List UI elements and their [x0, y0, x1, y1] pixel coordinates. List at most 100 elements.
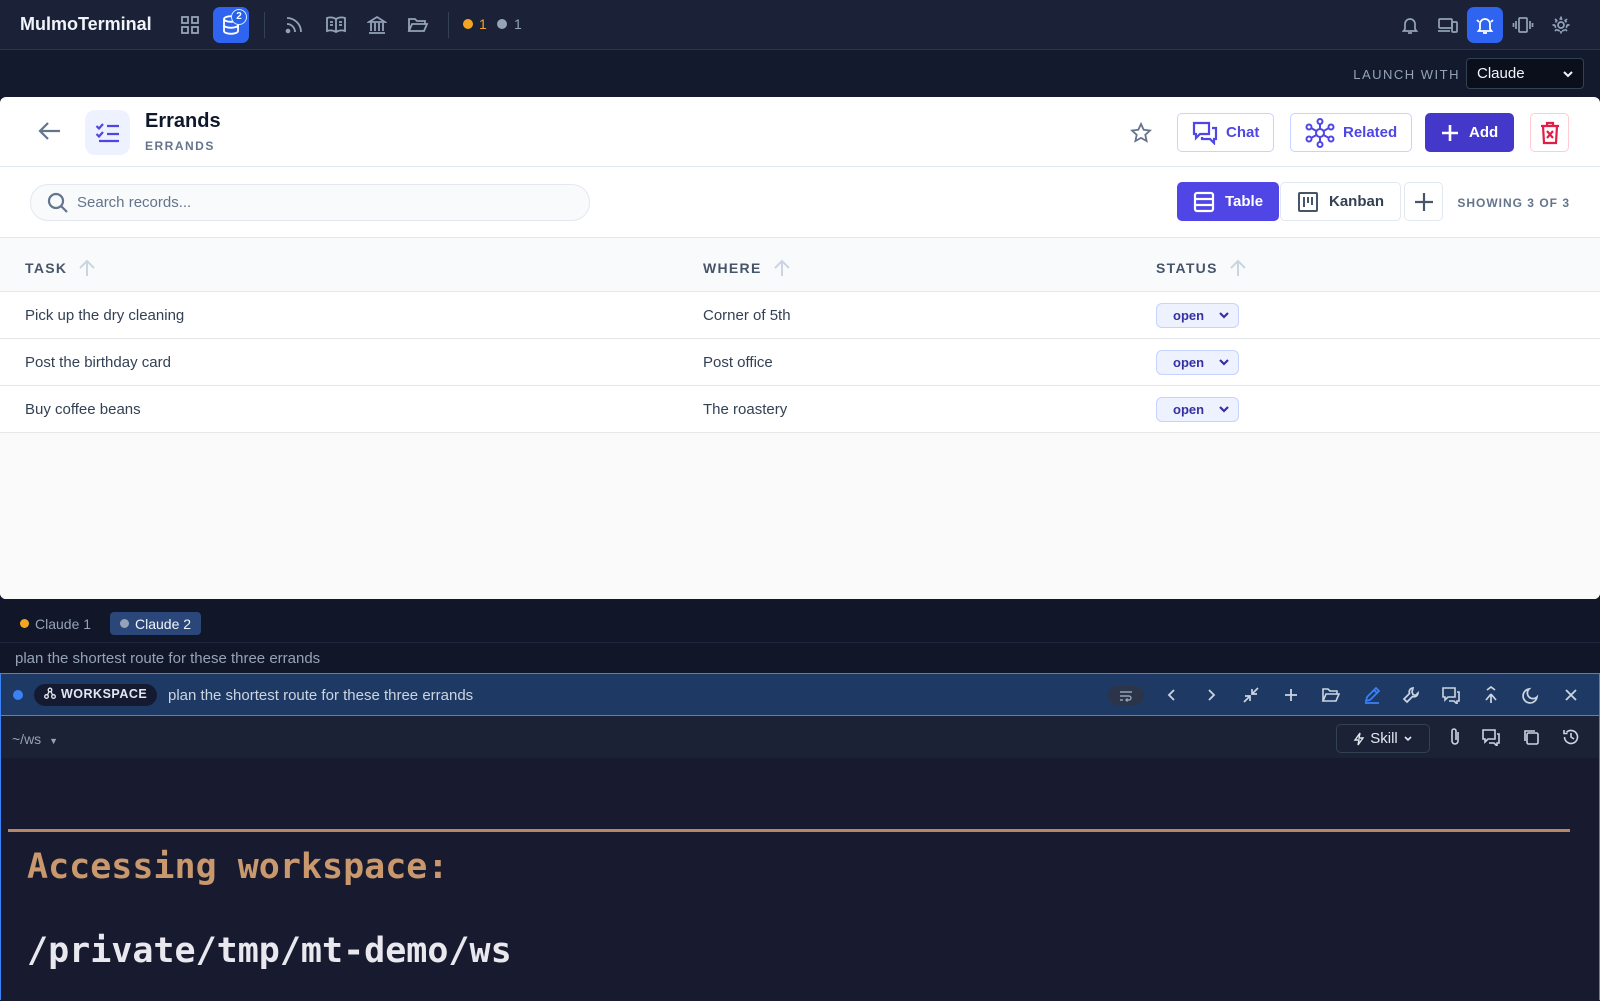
copy-icon[interactable]	[1521, 727, 1541, 747]
chat-label: Chat	[1226, 124, 1260, 141]
column-header-where[interactable]: WHERE	[703, 258, 792, 278]
moon-icon[interactable]	[1521, 685, 1541, 705]
plus-icon[interactable]	[1281, 685, 1301, 705]
tab-claude-2[interactable]: Claude 2	[110, 612, 202, 635]
folder-open-icon[interactable]	[400, 7, 436, 43]
chat-bubbles-icon[interactable]	[1441, 685, 1461, 705]
minimize-icon[interactable]	[1241, 685, 1261, 705]
status-value: open	[1173, 355, 1205, 370]
status-select[interactable]: open	[1156, 350, 1239, 375]
idle-count: 1	[514, 16, 522, 32]
chevron-down-icon	[1218, 405, 1230, 415]
workspace-icon	[44, 687, 56, 699]
terminal-separator-line	[8, 829, 1570, 832]
terminal-output[interactable]: Accessing workspace: /private/tmp/mt-dem…	[1, 758, 1599, 1001]
status-select[interactable]: open	[1156, 397, 1239, 422]
view-kanban-button[interactable]: Kanban	[1280, 182, 1402, 221]
wrench-icon[interactable]	[1401, 685, 1421, 705]
sort-asc-icon	[1228, 258, 1248, 278]
database-icon[interactable]: 2	[213, 7, 249, 43]
chevron-down-icon	[1218, 311, 1230, 321]
cwd-selector[interactable]: ~/ws ▼	[12, 731, 58, 747]
task-cell: Buy coffee beans	[25, 401, 141, 418]
caret-down-icon: ▼	[49, 736, 58, 746]
trash-icon	[1539, 121, 1561, 145]
table-label: Table	[1225, 193, 1264, 210]
table-icon	[1193, 191, 1215, 213]
back-arrow-icon[interactable]	[36, 117, 64, 145]
sort-asc-icon	[77, 258, 97, 278]
vibrate-icon[interactable]	[1505, 7, 1541, 43]
rss-icon[interactable]	[276, 7, 312, 43]
star-icon[interactable]	[1130, 122, 1152, 144]
search-box[interactable]	[30, 184, 590, 221]
tab-label: Claude 1	[35, 615, 92, 632]
book-icon[interactable]	[318, 7, 354, 43]
table-row[interactable]: Post the birthday card Post office open	[0, 339, 1600, 386]
add-button[interactable]: Add	[1425, 113, 1515, 152]
close-icon[interactable]	[1561, 685, 1581, 705]
related-button[interactable]: Related	[1290, 113, 1413, 152]
launch-with-label: LAUNCH WITH	[1353, 67, 1460, 82]
divider	[264, 12, 265, 38]
table-row[interactable]: Pick up the dry cleaning Corner of 5th o…	[0, 292, 1600, 339]
table-row[interactable]: Buy coffee beans The roastery open	[0, 386, 1600, 433]
network-icon	[1305, 117, 1335, 148]
merge-icon[interactable]	[1481, 685, 1501, 705]
column-header-status[interactable]: STATUS	[1156, 258, 1248, 278]
plus-icon	[1414, 192, 1434, 212]
chevron-down-icon	[1403, 735, 1413, 743]
page-title: Errands	[145, 110, 221, 132]
running-count: 1	[479, 16, 487, 32]
terminal-title: plan the shortest route for these three …	[168, 687, 474, 704]
folder-open-icon[interactable]	[1321, 685, 1341, 705]
app-title: MulmoTerminal	[20, 14, 152, 34]
launch-selected-value: Claude	[1477, 65, 1525, 82]
add-view-button[interactable]	[1404, 182, 1443, 221]
tab-label: Claude 2	[135, 615, 192, 632]
page-subtitle: ERRANDS	[145, 139, 215, 153]
idle-status-dot	[497, 19, 507, 29]
view-table-button[interactable]: Table	[1177, 182, 1280, 221]
bell-icon[interactable]	[1392, 7, 1428, 43]
related-label: Related	[1343, 124, 1398, 141]
tab-claude-1[interactable]: Claude 1	[10, 612, 101, 635]
search-icon	[47, 192, 69, 214]
bank-icon[interactable]	[359, 7, 395, 43]
chat-bubbles-icon[interactable]	[1481, 727, 1501, 747]
word-wrap-icon[interactable]	[1108, 686, 1144, 705]
devices-icon[interactable]	[1430, 7, 1466, 43]
cwd-path: ~/ws	[12, 731, 42, 747]
session-status-dot	[20, 619, 29, 628]
collection-panel: Errands ERRANDS Chat Related Add Search …	[0, 97, 1600, 599]
records-toolbar: Table Kanban SHOWING 3 OF 3	[0, 167, 1600, 237]
paperclip-icon[interactable]	[1445, 727, 1465, 747]
bell-ring-icon[interactable]	[1467, 7, 1503, 43]
chevron-left-icon[interactable]	[1162, 685, 1182, 705]
workspace-label: WORKSPACE	[61, 687, 148, 701]
status-value: open	[1173, 402, 1205, 417]
status-select[interactable]: open	[1156, 303, 1239, 328]
collection-header: Errands ERRANDS Chat Related Add	[0, 97, 1600, 167]
workspace-badge[interactable]: WORKSPACE	[34, 684, 158, 706]
grid-icon[interactable]	[172, 7, 208, 43]
settings-icon[interactable]	[1543, 7, 1579, 43]
edit-pen-icon[interactable]	[1362, 685, 1382, 705]
chevron-down-icon	[1561, 67, 1575, 81]
launch-with-select[interactable]: Claude	[1466, 58, 1584, 89]
where-cell: The roastery	[703, 401, 788, 418]
skill-dropdown[interactable]: Skill	[1336, 724, 1430, 753]
where-cell: Post office	[703, 354, 773, 371]
terminal-pane: WORKSPACE plan the shortest route for th…	[0, 673, 1600, 1001]
delete-button[interactable]	[1530, 113, 1569, 152]
search-input[interactable]	[77, 194, 557, 211]
chevron-right-icon[interactable]	[1201, 685, 1221, 705]
database-badge: 2	[231, 9, 247, 25]
history-icon[interactable]	[1561, 727, 1581, 747]
column-header-task[interactable]: TASK	[25, 258, 97, 278]
chat-icon	[1192, 121, 1218, 145]
chat-button[interactable]: Chat	[1177, 113, 1275, 152]
terminal-subbar: ~/ws ▼ Skill	[1, 716, 1599, 758]
session-status-dot	[120, 619, 129, 628]
records-table: TASK WHERE STATUS Pick up the dry cleani…	[0, 237, 1600, 599]
